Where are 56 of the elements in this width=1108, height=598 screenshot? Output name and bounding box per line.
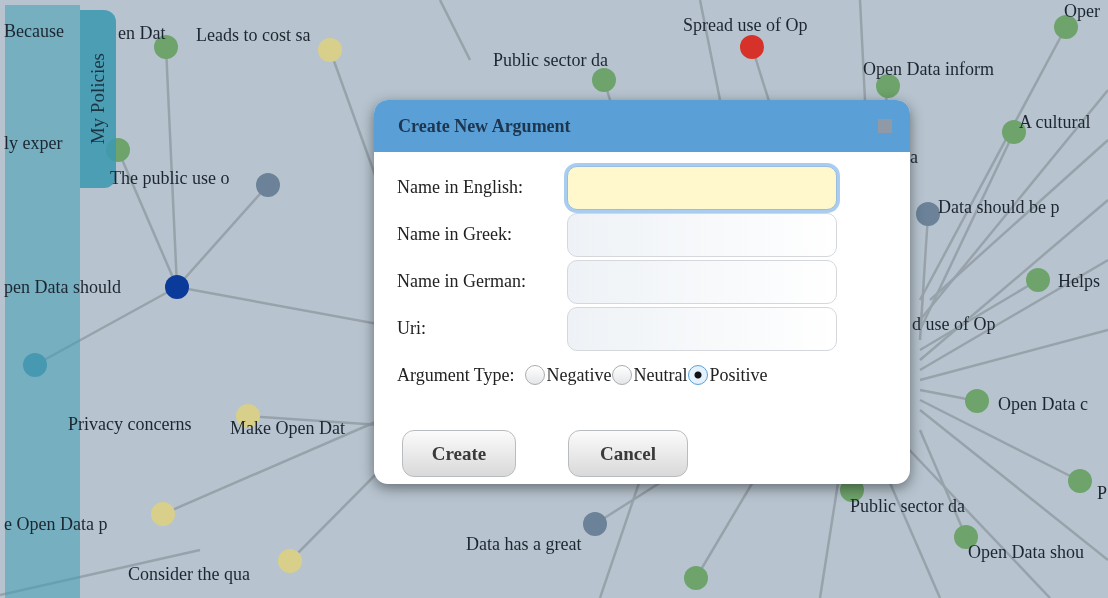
- node-label: a: [910, 146, 918, 168]
- graph-node[interactable]: [1068, 469, 1092, 493]
- graph-node[interactable]: [740, 35, 764, 59]
- graph-node[interactable]: [23, 353, 47, 377]
- input-field[interactable]: [567, 259, 837, 304]
- node-label: Open Data shou: [968, 541, 1084, 563]
- radio-button[interactable]: [524, 365, 545, 385]
- create-button[interactable]: Create: [402, 430, 516, 477]
- node-label: Consider the qua: [128, 563, 250, 585]
- graph-node[interactable]: [684, 566, 708, 590]
- node-label: Public sector da: [493, 49, 608, 71]
- graph-node[interactable]: [151, 502, 175, 526]
- node-label: d use of Op: [912, 313, 996, 335]
- graph-node[interactable]: [916, 202, 940, 226]
- graph-node[interactable]: [1026, 268, 1050, 292]
- close-icon[interactable]: [878, 119, 892, 133]
- node-label: Make Open Dat: [230, 417, 345, 439]
- node-label: A cultural: [1019, 111, 1091, 133]
- node-label: Spread use of Op: [683, 14, 808, 36]
- node-label: en Dat: [118, 22, 166, 44]
- field-label: Argument Type:: [397, 364, 515, 386]
- node-label: pen Data should: [4, 276, 121, 298]
- radio-option[interactable]: Neutral: [611, 364, 688, 386]
- node-label: Oper: [1064, 0, 1100, 22]
- radio-button[interactable]: [611, 365, 632, 385]
- node-label: Data has a great: [466, 533, 582, 555]
- cancel-button[interactable]: Cancel: [568, 430, 688, 477]
- node-label: Helps: [1058, 270, 1100, 292]
- input-field[interactable]: [567, 165, 837, 210]
- radio-option[interactable]: Positive: [687, 364, 768, 386]
- graph-node[interactable]: [965, 389, 989, 413]
- node-label: Privacy concerns: [68, 413, 192, 435]
- graph-node[interactable]: [583, 512, 607, 536]
- field-label: Name in Greek:: [397, 224, 513, 245]
- node-label: Because: [4, 20, 64, 42]
- node-label: Public sector da: [850, 495, 965, 517]
- radio-button[interactable]: [687, 365, 708, 385]
- node-label: Data should be p: [938, 196, 1060, 218]
- graph-node[interactable]: [278, 549, 302, 573]
- field-label: Uri:: [397, 318, 427, 339]
- node-label: Open Data inform: [863, 58, 994, 80]
- node-label: e Open Data p: [4, 513, 108, 535]
- node-label: Open Data c: [998, 393, 1088, 415]
- input-field[interactable]: [567, 212, 837, 257]
- graph-node[interactable]: [165, 275, 189, 299]
- graph-node[interactable]: [318, 38, 342, 62]
- radio-option[interactable]: Negative: [524, 364, 612, 386]
- input-field[interactable]: [567, 306, 837, 351]
- field-label: Name in English:: [397, 177, 524, 198]
- field-label: Name in German:: [397, 271, 527, 292]
- graph-node[interactable]: [592, 68, 616, 92]
- graph-node[interactable]: [256, 173, 280, 197]
- node-label: ly exper: [4, 132, 63, 154]
- dialog-title: Create New Argument: [398, 115, 571, 137]
- node-label: Leads to cost sa: [196, 24, 311, 46]
- node-label: P: [1097, 482, 1107, 504]
